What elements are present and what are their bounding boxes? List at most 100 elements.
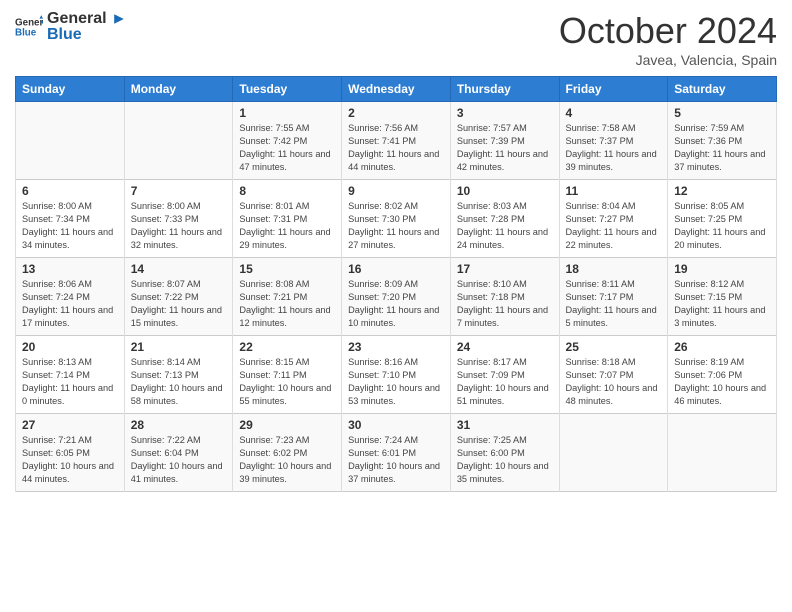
day-cell: 25 Sunrise: 8:18 AM Sunset: 7:07 PM Dayli… (559, 336, 668, 414)
day-info: Sunrise: 8:19 AM Sunset: 7:06 PM Dayligh… (674, 356, 770, 408)
day-info: Sunrise: 8:12 AM Sunset: 7:15 PM Dayligh… (674, 278, 770, 330)
day-info: Sunrise: 7:57 AM Sunset: 7:39 PM Dayligh… (457, 122, 553, 174)
day-cell: 5Sunrise: 7:59 AM Sunset: 7:36 PM Daylig… (668, 102, 777, 180)
day-info: Sunrise: 8:13 AM Sunset: 7:14 PM Dayligh… (22, 356, 118, 408)
day-number: 20 (22, 340, 118, 354)
day-number: 16 (348, 262, 444, 276)
day-info: Sunrise: 8:01 AM Sunset: 7:31 PM Dayligh… (239, 200, 335, 252)
day-info: Sunrise: 8:05 AM Sunset: 7:25 PM Dayligh… (674, 200, 770, 252)
day-cell: 1 Sunrise: 7:55 AM Sunset: 7:42 PM Daylig… (233, 102, 342, 180)
day-cell: 19 Sunrise: 8:12 AM Sunset: 7:15 PM Dayli… (668, 258, 777, 336)
logo-blue: Blue (47, 26, 127, 44)
day-number: 1 (239, 106, 335, 120)
day-cell: 6Sunrise: 8:00 AM Sunset: 7:34 PM Daylig… (16, 180, 125, 258)
day-number: 9 (348, 184, 444, 198)
day-cell: 30Sunrise: 7:24 AM Sunset: 6:01 PM Dayli… (342, 414, 451, 492)
day-number: 11 (566, 184, 662, 198)
day-info: Sunrise: 8:09 AM Sunset: 7:20 PM Dayligh… (348, 278, 444, 330)
header-row: SundayMondayTuesdayWednesdayThursdayFrid… (16, 77, 777, 102)
day-number: 30 (348, 418, 444, 432)
header-cell-wednesday: Wednesday (342, 77, 451, 102)
logo-icon: General Blue (15, 13, 43, 41)
day-info: Sunrise: 8:17 AM Sunset: 7:09 PM Dayligh… (457, 356, 553, 408)
day-cell: 2Sunrise: 7:56 AM Sunset: 7:41 PM Daylig… (342, 102, 451, 180)
day-info: Sunrise: 7:59 AM Sunset: 7:36 PM Dayligh… (674, 122, 770, 174)
day-number: 25 (566, 340, 662, 354)
day-number: 2 (348, 106, 444, 120)
calendar-body: 1 Sunrise: 7:55 AM Sunset: 7:42 PM Daylig… (16, 102, 777, 492)
day-number: 17 (457, 262, 553, 276)
day-info: Sunrise: 7:21 AM Sunset: 6:05 PM Dayligh… (22, 434, 118, 486)
day-number: 23 (348, 340, 444, 354)
day-number: 31 (457, 418, 553, 432)
day-cell: 15 Sunrise: 8:08 AM Sunset: 7:21 PM Dayli… (233, 258, 342, 336)
day-cell: 4 Sunrise: 7:58 AM Sunset: 7:37 PM Daylig… (559, 102, 668, 180)
day-cell: 28 Sunrise: 7:22 AM Sunset: 6:04 PM Dayli… (124, 414, 233, 492)
day-cell (124, 102, 233, 180)
day-cell: 31 Sunrise: 7:25 AM Sunset: 6:00 PM Dayli… (450, 414, 559, 492)
day-number: 26 (674, 340, 770, 354)
day-number: 29 (239, 418, 335, 432)
day-cell: 27Sunrise: 7:21 AM Sunset: 6:05 PM Dayli… (16, 414, 125, 492)
day-number: 6 (22, 184, 118, 198)
day-info: Sunrise: 8:10 AM Sunset: 7:18 PM Dayligh… (457, 278, 553, 330)
day-info: Sunrise: 7:58 AM Sunset: 7:37 PM Dayligh… (566, 122, 662, 174)
day-cell: 23Sunrise: 8:16 AM Sunset: 7:10 PM Dayli… (342, 336, 451, 414)
day-info: Sunrise: 8:07 AM Sunset: 7:22 PM Dayligh… (131, 278, 227, 330)
day-cell: 13Sunrise: 8:06 AM Sunset: 7:24 PM Dayli… (16, 258, 125, 336)
week-row-5: 27Sunrise: 7:21 AM Sunset: 6:05 PM Dayli… (16, 414, 777, 492)
day-number: 14 (131, 262, 227, 276)
day-info: Sunrise: 8:11 AM Sunset: 7:17 PM Dayligh… (566, 278, 662, 330)
day-info: Sunrise: 7:22 AM Sunset: 6:04 PM Dayligh… (131, 434, 227, 486)
day-cell: 3 Sunrise: 7:57 AM Sunset: 7:39 PM Daylig… (450, 102, 559, 180)
day-info: Sunrise: 8:02 AM Sunset: 7:30 PM Dayligh… (348, 200, 444, 252)
day-cell: 18 Sunrise: 8:11 AM Sunset: 7:17 PM Dayli… (559, 258, 668, 336)
day-info: Sunrise: 8:15 AM Sunset: 7:11 PM Dayligh… (239, 356, 335, 408)
day-cell: 26 Sunrise: 8:19 AM Sunset: 7:06 PM Dayli… (668, 336, 777, 414)
week-row-1: 1 Sunrise: 7:55 AM Sunset: 7:42 PM Daylig… (16, 102, 777, 180)
logo: General Blue General Blue (15, 10, 127, 44)
day-cell (16, 102, 125, 180)
day-number: 8 (239, 184, 335, 198)
day-info: Sunrise: 7:23 AM Sunset: 6:02 PM Dayligh… (239, 434, 335, 486)
day-cell: 12 Sunrise: 8:05 AM Sunset: 7:25 PM Dayli… (668, 180, 777, 258)
calendar-table: SundayMondayTuesdayWednesdayThursdayFrid… (15, 76, 777, 492)
day-info: Sunrise: 8:14 AM Sunset: 7:13 PM Dayligh… (131, 356, 227, 408)
day-number: 4 (566, 106, 662, 120)
day-number: 15 (239, 262, 335, 276)
day-cell: 17 Sunrise: 8:10 AM Sunset: 7:18 PM Dayli… (450, 258, 559, 336)
day-number: 19 (674, 262, 770, 276)
day-number: 3 (457, 106, 553, 120)
day-number: 28 (131, 418, 227, 432)
day-info: Sunrise: 8:06 AM Sunset: 7:24 PM Dayligh… (22, 278, 118, 330)
day-info: Sunrise: 8:03 AM Sunset: 7:28 PM Dayligh… (457, 200, 553, 252)
day-cell: 22 Sunrise: 8:15 AM Sunset: 7:11 PM Dayli… (233, 336, 342, 414)
day-cell (559, 414, 668, 492)
day-cell: 14 Sunrise: 8:07 AM Sunset: 7:22 PM Dayli… (124, 258, 233, 336)
header-cell-monday: Monday (124, 77, 233, 102)
location-subtitle: Javea, Valencia, Spain (559, 52, 777, 68)
day-info: Sunrise: 8:08 AM Sunset: 7:21 PM Dayligh… (239, 278, 335, 330)
day-cell: 10 Sunrise: 8:03 AM Sunset: 7:28 PM Dayli… (450, 180, 559, 258)
day-number: 18 (566, 262, 662, 276)
day-cell: 11 Sunrise: 8:04 AM Sunset: 7:27 PM Dayli… (559, 180, 668, 258)
day-info: Sunrise: 7:25 AM Sunset: 6:00 PM Dayligh… (457, 434, 553, 486)
calendar-header: SundayMondayTuesdayWednesdayThursdayFrid… (16, 77, 777, 102)
header-cell-thursday: Thursday (450, 77, 559, 102)
day-cell (668, 414, 777, 492)
header-cell-saturday: Saturday (668, 77, 777, 102)
day-cell: 29 Sunrise: 7:23 AM Sunset: 6:02 PM Dayli… (233, 414, 342, 492)
day-info: Sunrise: 8:18 AM Sunset: 7:07 PM Dayligh… (566, 356, 662, 408)
logo-arrow-icon (111, 11, 127, 27)
day-number: 21 (131, 340, 227, 354)
day-number: 10 (457, 184, 553, 198)
day-cell: 16 Sunrise: 8:09 AM Sunset: 7:20 PM Dayli… (342, 258, 451, 336)
day-number: 22 (239, 340, 335, 354)
day-info: Sunrise: 7:55 AM Sunset: 7:42 PM Dayligh… (239, 122, 335, 174)
day-info: Sunrise: 8:04 AM Sunset: 7:27 PM Dayligh… (566, 200, 662, 252)
month-title: October 2024 (559, 10, 777, 52)
day-cell: 20 Sunrise: 8:13 AM Sunset: 7:14 PM Dayli… (16, 336, 125, 414)
day-cell: 24Sunrise: 8:17 AM Sunset: 7:09 PM Dayli… (450, 336, 559, 414)
day-number: 12 (674, 184, 770, 198)
header-cell-sunday: Sunday (16, 77, 125, 102)
